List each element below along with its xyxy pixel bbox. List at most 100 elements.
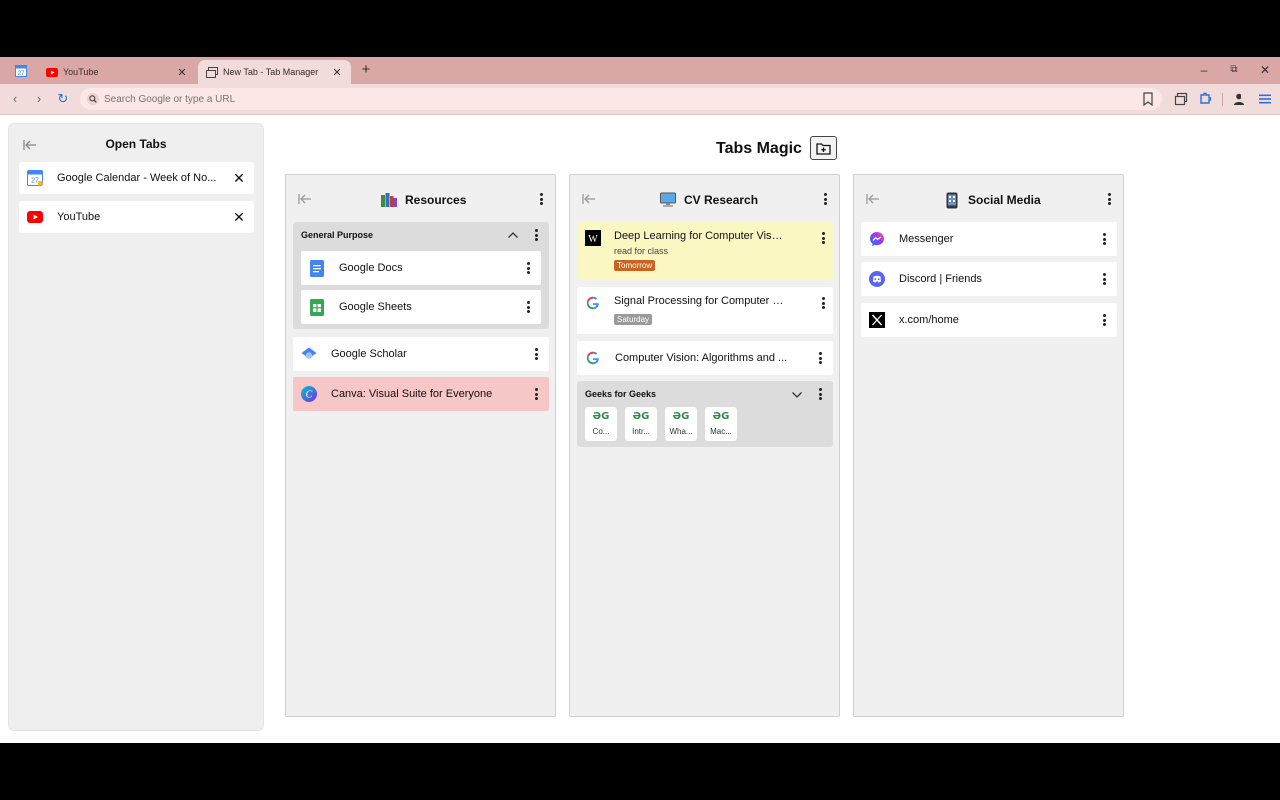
reload-icon[interactable]: ↻ [55,91,71,107]
pinned-tab[interactable]: 27 [10,62,32,80]
close-icon[interactable]: ✕ [232,170,246,187]
tab-card[interactable]: x.com/home [861,303,1117,337]
forward-icon[interactable]: › [31,91,47,107]
collapse-collection-icon[interactable] [581,192,597,206]
wikipedia-icon: W [585,230,601,246]
window-close-icon[interactable]: ✕ [1257,62,1273,78]
more-options-icon[interactable] [815,351,825,365]
more-options-icon[interactable] [1104,192,1114,206]
x-icon [869,312,885,328]
more-options-icon[interactable] [1099,272,1109,286]
more-options-icon[interactable] [536,192,546,206]
more-options-icon[interactable] [818,296,828,310]
menu-icon[interactable] [1258,92,1272,106]
youtube-icon [46,67,58,77]
tab-card[interactable]: Google Sheets [301,290,541,324]
computer-icon [659,191,677,209]
geeksforgeeks-icon: ƏG [632,411,650,422]
collection-header: Resources [286,189,555,209]
group-title: Geeks for Geeks [585,389,657,399]
restore-icon[interactable]: ⧉ [1226,62,1242,78]
mini-tab-tile[interactable]: ƏG Intr... [625,407,657,441]
group-more-options-icon[interactable] [531,228,541,242]
profile-icon[interactable] [1232,92,1246,106]
more-options-icon[interactable] [523,300,533,314]
open-tab-title: YouTube [57,211,101,223]
tab-close-icon[interactable]: ✕ [176,66,188,79]
address-bar[interactable] [80,88,1162,110]
tab-card-title: Signal Processing for Computer Vi... [614,295,784,307]
more-options-icon[interactable] [1099,232,1109,246]
toolbar-divider [1222,93,1223,106]
collection-title: Resources [380,191,466,209]
more-options-icon[interactable] [818,231,828,245]
google-docs-icon [309,259,325,277]
tab-card[interactable]: Discord | Friends [861,262,1117,296]
geeksforgeeks-icon: ƏG [672,411,690,422]
open-tab-item[interactable]: 27 Google Calendar - Week of No... ✕ [19,162,254,194]
extension-icon[interactable] [1198,92,1212,106]
tab-card-highlighted[interactable]: C Canva: Visual Suite for Everyone [293,377,549,411]
tab-tab-manager[interactable]: New Tab - Tab Manager ✕ [198,60,351,84]
tab-youtube[interactable]: YouTube ✕ [38,60,196,84]
close-icon[interactable]: ✕ [232,209,246,226]
open-tab-title: Google Calendar - Week of No... [57,172,217,184]
calendar-icon: 27 [15,65,27,77]
collection-title: Social Media [943,191,1041,209]
tab-card[interactable]: Computer Vision: Algorithms and ... [577,341,833,375]
collection-resources: Resources General Purpose Google Docs Go… [285,174,556,717]
svg-text:27: 27 [18,71,25,77]
mini-tab-label: Co... [592,427,610,436]
calendar-icon: 27 [27,170,43,186]
tab-card-title: Google Sheets [339,301,412,313]
tab-manager-icon [206,66,218,78]
more-options-icon[interactable] [820,192,830,206]
phone-icon [943,191,961,209]
open-tabs-sidebar: Open Tabs 27 Google Calendar - Week of N… [8,123,264,731]
more-options-icon[interactable] [1099,313,1109,327]
tab-card[interactable]: Google Docs [301,251,541,285]
collection-title: CV Research [659,191,758,209]
group-general-purpose: General Purpose Google Docs Google Sheet… [293,222,549,329]
more-options-icon[interactable] [531,387,541,401]
mini-tab-tile[interactable]: ƏG Co... [585,407,617,441]
tab-card-title: Discord | Friends [899,273,982,285]
tab-close-icon[interactable]: ✕ [331,66,343,79]
new-tab-button[interactable]: + [358,62,374,78]
collection-social-media: Social Media Messenger Discord | Friends… [853,174,1124,717]
collapse-collection-icon[interactable] [865,192,881,206]
mini-tab-label: Wha... [669,427,693,436]
tab-card-title: Canva: Visual Suite for Everyone [331,388,493,400]
mini-tab-tile[interactable]: ƏG Wha... [665,407,697,441]
due-badge: Tomorrow [614,260,656,271]
tab-strip: 27 YouTube ✕ New Tab - Tab Manager ✕ + –… [0,57,1280,84]
svg-text:W: W [588,234,598,245]
open-tab-item[interactable]: YouTube ✕ [19,201,254,233]
back-icon[interactable]: ‹ [7,91,23,107]
google-icon [585,350,601,366]
new-collection-button[interactable] [810,136,837,160]
minimize-icon[interactable]: – [1196,62,1212,78]
group-more-options-icon[interactable] [815,387,825,401]
collapse-collection-icon[interactable] [297,192,313,206]
tab-search-icon[interactable] [1174,92,1188,106]
tab-manager-page: Open Tabs 27 Google Calendar - Week of N… [0,115,1280,743]
svg-text:27: 27 [31,178,39,185]
mini-tab-tile[interactable]: ƏG Mac... [705,407,737,441]
more-options-icon[interactable] [531,347,541,361]
address-input[interactable] [104,91,1104,107]
geeksforgeeks-icon: ƏG [592,411,610,422]
chevron-down-icon[interactable] [791,390,803,400]
collection-title-text: CV Research [684,193,759,207]
tab-card[interactable]: Google Scholar [293,337,549,371]
tab-card[interactable]: Messenger [861,222,1117,256]
more-options-icon[interactable] [523,261,533,275]
google-sheets-icon [309,298,325,316]
tab-card-with-note[interactable]: W Deep Learning for Computer Visio... re… [577,222,833,280]
bookmark-icon[interactable] [1142,92,1154,106]
chevron-up-icon[interactable] [507,230,519,240]
tab-card-with-badge[interactable]: Signal Processing for Computer Vi... Sat… [577,287,833,334]
messenger-icon [869,231,885,247]
collection-title-text: Resources [405,193,467,207]
due-badge: Saturday [614,314,653,325]
